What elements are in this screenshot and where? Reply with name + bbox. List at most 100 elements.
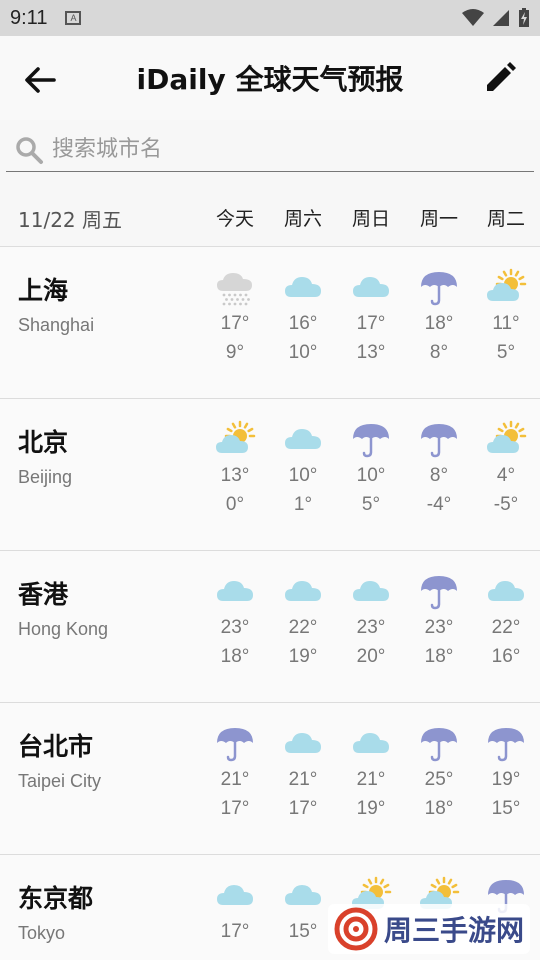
city-name-en: Taipei City [18,771,102,791]
city-row[interactable]: 上海 Shanghai 17° 9° 16° 10° 17° 13° 18° 8° 11° 5° [0,247,540,399]
search-input[interactable] [52,137,492,162]
page-title: iDaily 全球天气预报 [136,63,404,96]
temp-high: 21° [356,769,386,790]
umbrella-icon [409,267,469,309]
temp-low: 17° [288,798,318,819]
temp-low: -4° [426,494,452,515]
temp-high: 23° [356,617,386,638]
app-bar: iDaily 全球天气预报 [0,36,540,120]
city-name: 香港 [18,580,69,609]
forecast-cell: 21° 17° [273,723,333,833]
city-name: 上海 [18,276,69,305]
status-bar: 9:11 A [0,0,540,36]
forecast-cell: 21° 17° [205,723,265,833]
temp-high: 17° [356,313,386,334]
temp-high: 22° [288,617,318,638]
forecast-cell: 8° -4° [409,419,469,529]
temp-low: 10° [288,342,318,363]
forecast-cell: 22° 19° [273,571,333,681]
temp-high: 18° [424,313,454,334]
sun-cloud-icon [476,267,536,309]
temp-low: 18° [220,646,250,667]
city-row[interactable]: 北京 Beijing 13° 0° 10° 1° 10° 5° 8° -4° 4° -5° [0,399,540,551]
forecast-cell: 15° [273,875,333,960]
city-list[interactable]: 上海 Shanghai 17° 9° 16° 10° 17° 13° 18° 8° 11° 5° 北京 B… [0,246,540,960]
forecast-cell: 17° [205,875,265,960]
sun-cloud-icon [205,419,265,461]
temp-high: 22° [491,617,521,638]
umbrella-icon [409,723,469,765]
wifi-icon [462,9,484,26]
temp-high: 19° [491,769,521,790]
temp-low: 13° [356,342,386,363]
temp-high: 8° [429,465,449,486]
city-row[interactable]: 香港 Hong Kong 23° 18° 22° 19° 23° 20° 23° 18° 22° 16… [0,551,540,703]
forecast-cell: 10° 1° [273,419,333,529]
forecast-cell: 23° 18° [409,571,469,681]
temp-high: 11° [492,313,520,334]
day-header: 11/22 周五 今天 周六 周日 周一 周二 [0,196,540,238]
temp-low: 16° [491,646,521,667]
cloud-icon [205,875,265,917]
temp-high: 17° [220,313,250,334]
temp-high: 21° [220,769,250,790]
cloud-icon [341,267,401,309]
temp-high: 23° [220,617,250,638]
cloud-icon [273,267,333,309]
cloud-icon [273,419,333,461]
notification-icon: A [65,11,82,25]
status-time: 9:11 [10,6,48,29]
temp-high: 10° [288,465,318,486]
cloud-icon [476,571,536,613]
umbrella-icon [476,723,536,765]
day-label-1: 周六 [283,208,322,230]
watermark: 周三手游网 [327,904,530,954]
forecast-cell: 13° 0° [205,419,265,529]
day-label-4: 周二 [486,208,525,230]
day-label-2: 周日 [351,208,390,230]
search-bar [6,128,534,172]
city-name-en: Beijing [18,467,73,487]
arrow-left-icon[interactable] [20,60,60,100]
forecast-cell: 4° -5° [476,419,536,529]
forecast-cell: 18° 8° [409,267,469,377]
day-label-0: 今天 [215,208,254,230]
city-name: 台北市 [18,732,94,761]
umbrella-icon [409,571,469,613]
temp-low: 19° [356,798,386,819]
signal-icon [493,10,509,26]
city-name: 东京都 [18,884,94,913]
temp-high: 21° [288,769,318,790]
watermark-logo-icon [334,907,378,951]
temp-low: 18° [424,646,454,667]
temp-high: 23° [424,617,454,638]
watermark-text: 周三手游网 [383,914,524,947]
forecast-cell: 17° 9° [205,267,265,377]
temp-low: 8° [429,342,449,363]
forecast-cell: 23° 20° [341,571,401,681]
umbrella-icon [409,419,469,461]
forecast-cell: 25° 18° [409,723,469,833]
umbrella-icon [341,419,401,461]
temp-low: 9° [225,342,245,363]
pencil-icon[interactable] [480,58,520,98]
temp-high: 17° [220,921,250,942]
temp-low: -5° [493,494,519,515]
temp-high: 4° [496,465,516,486]
temp-low: 1° [293,494,313,515]
forecast-cell: 17° 13° [341,267,401,377]
temp-low: 15° [491,798,521,819]
city-row[interactable]: 台北市 Taipei City 21° 17° 21° 17° 21° 19° 25° 18° 19… [0,703,540,855]
battery-icon [519,8,529,27]
forecast-cell: 21° 19° [341,723,401,833]
cloud-icon [341,723,401,765]
forecast-cell: 19° 15° [476,723,536,833]
temp-high: 16° [288,313,318,334]
city-name: 北京 [18,428,69,457]
temp-high: 10° [356,465,386,486]
cloud-icon [341,571,401,613]
sun-cloud-icon [476,419,536,461]
forecast-cell: 23° 18° [205,571,265,681]
cloud-icon [273,571,333,613]
temp-low: 17° [220,798,250,819]
